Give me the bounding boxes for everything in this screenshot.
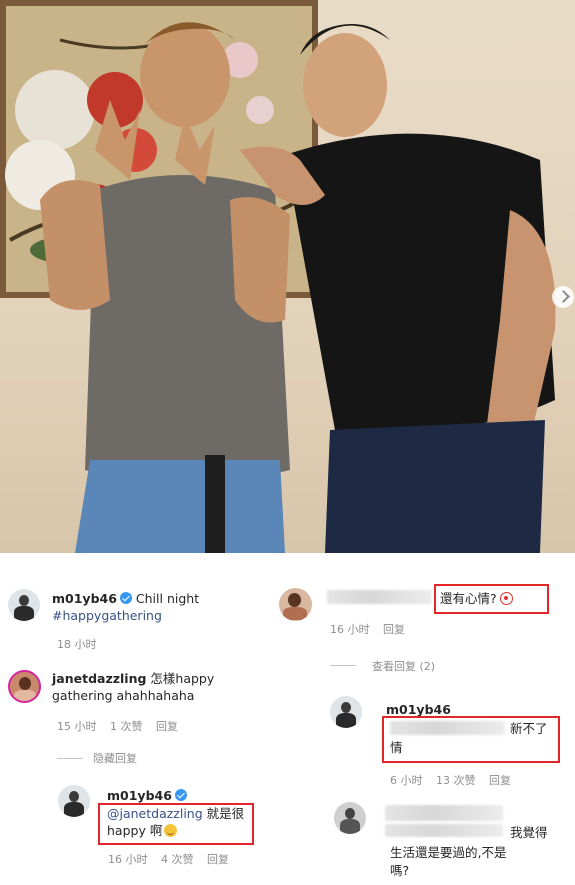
redacted-text [385, 824, 503, 837]
comment-reply-button[interactable]: 回复 [156, 720, 178, 733]
photo-illustration [0, 0, 556, 553]
reply-text-line3: 嗎? [390, 863, 410, 878]
comment-meta: 15 小时 1 次赞 回复 [57, 718, 188, 734]
verified-badge-icon [174, 789, 187, 801]
avatar[interactable] [58, 785, 90, 817]
comments-left-column: m01yb46 Chill night #happygathering 18 小… [0, 553, 287, 885]
view-replies-button[interactable]: 查看回复 (2) [372, 658, 435, 674]
comment-time: 15 小时 [57, 720, 97, 733]
left-man-jeans [75, 460, 285, 553]
caption-line: m01yb46 Chill night [52, 590, 199, 607]
avatar[interactable] [334, 802, 366, 834]
reply-reply-button[interactable]: 回复 [489, 774, 511, 787]
replies-divider [330, 665, 356, 666]
reply-likes[interactable]: 4 次赞 [161, 853, 194, 866]
reply-time: 6 小时 [390, 774, 423, 787]
avatar[interactable] [8, 670, 41, 703]
reply-reply-button[interactable]: 回复 [207, 853, 229, 866]
avatar[interactable] [330, 696, 362, 728]
comment-username[interactable]: janetdazzling [52, 671, 146, 686]
reply-time: 16 小时 [108, 853, 148, 866]
comment-likes[interactable]: 1 次赞 [110, 720, 143, 733]
highlight-box [98, 803, 254, 845]
redacted-username [327, 590, 432, 604]
caption-hashtag[interactable]: #happygathering [52, 607, 162, 624]
redacted-username [385, 805, 503, 821]
reply-likes[interactable]: 13 次赞 [436, 774, 476, 787]
caption-time: 18 小时 [57, 638, 97, 651]
comment-time: 16 小时 [330, 623, 370, 636]
avatar[interactable] [8, 589, 40, 621]
replies-divider [57, 758, 83, 759]
comment-meta: 16 小时 回复 [330, 621, 415, 637]
reply-text-line1: 我覺得 [510, 825, 548, 840]
verified-badge-icon [119, 592, 132, 604]
comment-text: 怎樣happy [150, 671, 215, 686]
highlight-box [434, 584, 549, 614]
post-photo[interactable] [0, 0, 575, 553]
caption-username[interactable]: m01yb46 [52, 591, 117, 606]
reply-meta: 6 小时 13 次赞 回复 [390, 772, 521, 788]
hide-replies-button[interactable]: 隐藏回复 [93, 750, 137, 766]
right-man-jeans [325, 420, 545, 553]
reply-text-line2: 生活還是要過的,不是 [390, 845, 507, 860]
comment-text-line2: gathering ahahhahaha [52, 688, 195, 703]
avatar[interactable] [279, 588, 312, 621]
left-man-head [140, 23, 230, 127]
highlight-box [382, 716, 560, 763]
caption-text: Chill night [135, 591, 200, 606]
comment-line: janetdazzling 怎樣happy [52, 670, 214, 687]
comments-right-column: 還有心情? 16 小时 回复 查看回复 (2) m01yb46 新不了 情 6 … [279, 553, 575, 885]
right-man-head [303, 33, 387, 137]
carousel-next-icon[interactable] [552, 286, 574, 308]
reply-username[interactable]: m01yb46 [386, 702, 451, 717]
comment-reply-button[interactable]: 回复 [383, 623, 405, 636]
reply-username[interactable]: m01yb46 [107, 788, 172, 803]
reply-meta: 16 小时 4 次赞 回复 [108, 851, 239, 867]
reply-line: m01yb46 [107, 787, 187, 804]
